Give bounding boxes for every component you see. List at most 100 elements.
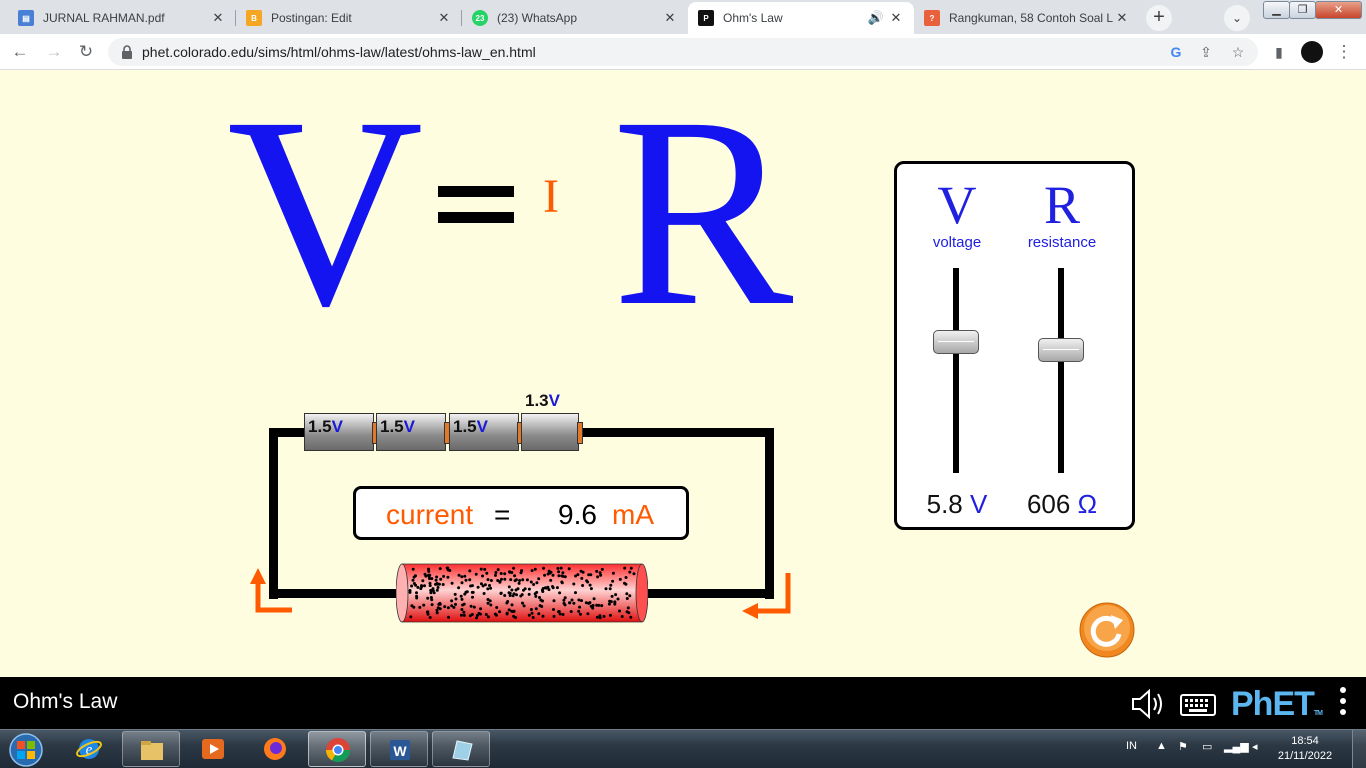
language-indicator[interactable]: IN — [1126, 740, 1137, 752]
keyboard-shortcuts-icon[interactable] — [1180, 691, 1216, 717]
voltage-slider-thumb[interactable] — [933, 329, 979, 354]
resistance-slider-thumb[interactable] — [1038, 337, 1084, 362]
action-center-icon[interactable]: ⚑ — [1178, 740, 1188, 753]
notes-icon[interactable] — [432, 731, 490, 767]
tray-expand-icon[interactable]: ▲ — [1156, 740, 1167, 752]
share-icon[interactable]: ⇪ — [1196, 42, 1216, 62]
tab-title: (23) WhatsApp — [497, 11, 578, 25]
tab-title: JURNAL RAHMAN.pdf — [43, 11, 165, 25]
url-text: phet.colorado.edu/sims/html/ohms-law/lat… — [142, 44, 536, 60]
tab-postingan-edit[interactable]: B Postingan: Edit ✕ — [236, 2, 462, 34]
phet-logo[interactable]: PhETTM — [1231, 685, 1323, 724]
star-icon[interactable]: ☆ — [1228, 42, 1248, 62]
new-tab-button[interactable]: + — [1146, 5, 1172, 31]
forward-arrow-icon[interactable]: → — [42, 40, 66, 64]
current-unit: mA — [612, 499, 654, 530]
blogger-icon: B — [246, 10, 262, 26]
question-favicon-icon: ? — [924, 10, 940, 26]
tab-rangkuman[interactable]: ? Rangkuman, 58 Contoh Soal L ✕ — [914, 2, 1140, 34]
voltage-slider-track[interactable] — [953, 268, 959, 473]
close-window-button[interactable]: ✕ — [1315, 1, 1362, 19]
phet-menu-icon[interactable] — [1338, 687, 1348, 721]
maximize-button[interactable]: ❐ — [1289, 1, 1316, 19]
current-equals: = — [494, 499, 511, 530]
avatar[interactable] — [1300, 40, 1324, 64]
close-icon[interactable]: ✕ — [436, 10, 452, 26]
resistance-readout: 606 Ω — [1026, 489, 1098, 519]
current-value: 9.6 — [558, 499, 597, 530]
control-panel: V voltage R resistance 5.8 V 606 Ω — [894, 161, 1135, 530]
close-icon[interactable]: ✕ — [210, 10, 226, 26]
volume-icon[interactable]: ◂ — [1252, 740, 1258, 753]
battery-voltage-label: 1.5V — [453, 417, 488, 436]
current-label: current — [386, 499, 474, 530]
current-arrow-right-icon — [742, 573, 791, 619]
internet-explorer-icon[interactable]: e — [60, 731, 118, 767]
clock-time: 18:54 — [1291, 735, 1319, 747]
phet-icon: P — [698, 10, 714, 26]
battery-voltage-label: 1.5V — [308, 417, 343, 436]
equation-equals-sign — [438, 186, 514, 224]
clock-date: 21/11/2022 — [1277, 750, 1333, 762]
close-icon[interactable]: ✕ — [662, 10, 678, 26]
show-desktop-button[interactable] — [1352, 730, 1366, 768]
system-clock[interactable]: 18:54 21/11/2022 — [1270, 734, 1340, 764]
tab-jurnal-rahman[interactable]: ▤ JURNAL RAHMAN.pdf ✕ — [8, 2, 236, 34]
resistance-label: resistance — [1027, 234, 1097, 251]
battery-1: 1.5V — [304, 413, 378, 451]
address-bar[interactable]: phet.colorado.edu/sims/html/ohms-law/lat… — [108, 38, 1258, 66]
resistance-symbol: R — [1043, 175, 1081, 235]
tab-title: Rangkuman, 58 Contoh Soal L — [949, 11, 1114, 25]
resistance-slider-track[interactable] — [1058, 268, 1064, 473]
phet-navigation-bar: Ohm's Law PhETTM — [0, 677, 1366, 729]
resistor — [396, 563, 648, 623]
equation-resistance-symbol: R — [612, 71, 794, 362]
battery-3: 1.5V — [449, 413, 523, 451]
reset-all-button[interactable] — [1079, 602, 1135, 658]
voltage-label: voltage — [932, 234, 982, 251]
tab-title: Ohm's Law — [723, 11, 783, 25]
whatsapp-icon: 23 — [472, 10, 488, 26]
lock-icon — [122, 45, 132, 59]
battery-voltage-label: 1.5V — [380, 417, 415, 436]
side-panel-icon[interactable]: ▮ — [1267, 40, 1291, 64]
chrome-icon[interactable] — [308, 731, 366, 767]
back-arrow-icon[interactable]: ← — [8, 40, 32, 64]
equation-voltage-symbol: V — [227, 71, 424, 362]
word-icon[interactable]: W — [370, 731, 428, 767]
minimize-button[interactable]: ▁ — [1263, 1, 1290, 19]
media-player-icon[interactable] — [184, 731, 242, 767]
simulation-area: V I R V voltage R resistance 5.8 V 606 Ω… — [0, 71, 1366, 677]
file-explorer-icon[interactable] — [122, 731, 180, 767]
sim-title: Ohm's Law — [13, 690, 118, 713]
signal-icon[interactable]: ▂▄▆ — [1224, 740, 1249, 753]
equation-current-symbol: I — [543, 170, 559, 223]
google-translate-icon[interactable]: G — [1166, 42, 1186, 62]
speaker-icon[interactable]: 🔊 — [864, 10, 888, 26]
reload-icon[interactable]: ↻ — [74, 40, 98, 64]
pdf-document-icon: ▤ — [18, 10, 34, 26]
voltage-readout: 5.8 V — [926, 489, 988, 519]
close-icon[interactable]: ✕ — [1114, 10, 1130, 26]
browser-tab-strip: ▤ JURNAL RAHMAN.pdf ✕ B Postingan: Edit … — [0, 0, 1366, 34]
windows-taskbar: e W IN ▲ ⚑ ▭ ▂▄▆ ◂ 18:54 21/11/2022 — [0, 729, 1366, 768]
sound-icon[interactable] — [1130, 688, 1166, 720]
battery-2: 1.5V — [376, 413, 450, 451]
windows-start-icon[interactable] — [6, 731, 46, 768]
battery-voltage-label: 1.3V — [525, 391, 560, 410]
network-icon[interactable]: ▭ — [1202, 740, 1212, 753]
kebab-menu-icon[interactable]: ⋮ — [1332, 40, 1356, 64]
chevron-down-icon[interactable]: ⌄ — [1224, 5, 1250, 31]
browser-toolbar: ← → ↻ phet.colorado.edu/sims/html/ohms-l… — [0, 34, 1366, 70]
svg-text:W: W — [393, 743, 407, 759]
battery-4 — [521, 413, 583, 451]
tab-whatsapp[interactable]: 23 (23) WhatsApp ✕ — [462, 2, 688, 34]
current-arrow-left-icon — [250, 568, 292, 613]
current-readout-box: current = 9.6 mA — [353, 486, 689, 540]
tab-title: Postingan: Edit — [271, 11, 352, 25]
firefox-icon[interactable] — [246, 731, 304, 767]
voltage-symbol: V — [937, 175, 977, 235]
tab-ohms-law[interactable]: P Ohm's Law 🔊 ✕ — [688, 2, 914, 34]
close-icon[interactable]: ✕ — [888, 10, 904, 26]
wire-top-right — [581, 428, 774, 437]
